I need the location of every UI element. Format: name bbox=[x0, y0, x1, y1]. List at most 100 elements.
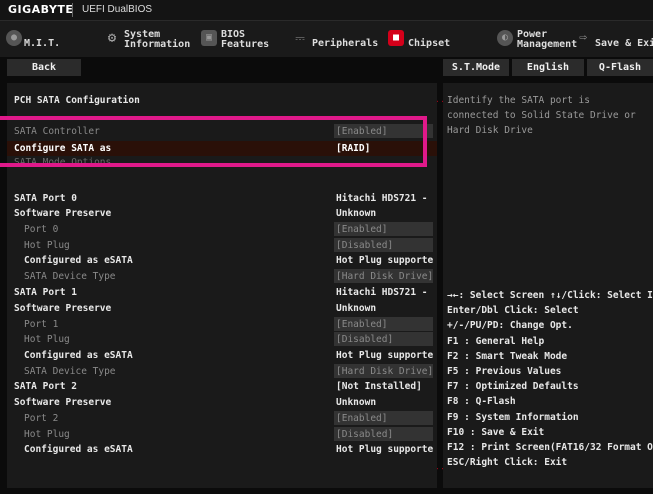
setting-value[interactable]: [Enabled] bbox=[334, 317, 433, 331]
setting-name: Configured as eSATA bbox=[24, 444, 133, 455]
setting-value: [Not Installed] bbox=[336, 381, 422, 392]
setting-row[interactable]: Hot Plug [Disabled] bbox=[7, 427, 437, 442]
section-title: PCH SATA Configuration bbox=[7, 93, 437, 108]
setting-value: Unknown bbox=[336, 208, 377, 219]
tab-mit[interactable]: ● M.I.T. bbox=[6, 21, 90, 57]
key-help-line: Enter/Dbl Click: Select bbox=[447, 305, 579, 317]
divider bbox=[72, 3, 73, 17]
key-help-line: F10 : Save & Exit bbox=[447, 426, 545, 438]
key-help-line: F8 : Q-Flash bbox=[447, 396, 516, 408]
setting-name: SATA Port 2 bbox=[14, 381, 77, 392]
setting-name: Port 1 bbox=[24, 319, 59, 330]
setting-value: Unknown bbox=[336, 397, 377, 408]
qflash-button[interactable]: Q-Flash bbox=[587, 59, 653, 76]
setting-value[interactable]: [Disabled] bbox=[334, 427, 433, 441]
gear-icon: ⚙ bbox=[107, 30, 117, 46]
setting-row: Software Preserve Unknown bbox=[7, 301, 437, 316]
brand-logo: GIGABYTE bbox=[8, 3, 74, 16]
setting-name: SATA Port 0 bbox=[14, 193, 77, 204]
setting-name: SATA Device Type bbox=[24, 271, 116, 282]
setting-name: Configured as eSATA bbox=[24, 350, 133, 361]
setting-value: Unknown bbox=[336, 303, 377, 314]
setting-row: Software Preserve Unknown bbox=[7, 206, 437, 221]
setting-value[interactable]: [Hard Disk Drive] bbox=[334, 364, 433, 378]
key-help-line: F5 : Previous Values bbox=[447, 366, 562, 378]
tab-label: M.I.T. bbox=[24, 38, 61, 49]
action-bar: Back S.T.Mode English Q-Flash bbox=[0, 58, 653, 78]
chipset-icon: ■ bbox=[388, 30, 404, 46]
setting-value[interactable]: [Enabled] bbox=[334, 222, 433, 236]
setting-row[interactable]: Hot Plug [Disabled] bbox=[7, 238, 437, 253]
setting-row[interactable]: SATA Device Type [Hard Disk Drive] bbox=[7, 269, 437, 284]
setting-row[interactable]: Port 1 [Enabled] bbox=[7, 317, 437, 332]
setting-value: Hitachi HDS721 - 50 bbox=[336, 287, 433, 298]
setting-name: Software Preserve bbox=[14, 397, 112, 408]
setting-row: Configured as eSATA Hot Plug supported bbox=[7, 253, 437, 268]
main-tabs: ● M.I.T. ⚙ System Information ▣ BIOS Fea… bbox=[0, 21, 653, 57]
key-legend: →←: Select Screen ↑↓/Click: Select Item … bbox=[447, 288, 653, 470]
setting-value[interactable]: [Disabled] bbox=[334, 332, 433, 346]
highlight-callout-bottom bbox=[0, 163, 427, 167]
setting-value: Hitachi HDS721 - 50 bbox=[336, 193, 433, 204]
back-button[interactable]: Back bbox=[7, 59, 81, 76]
setting-name: SATA Controller bbox=[14, 126, 100, 137]
product-name: UEFI DualBIOS bbox=[82, 4, 153, 15]
tab-label: Information bbox=[124, 39, 191, 50]
tab-chipset[interactable]: ■ Chipset bbox=[388, 21, 468, 57]
setting-row[interactable]: Hot Plug [Disabled] bbox=[7, 332, 437, 347]
tab-system-information[interactable]: ⚙ System Information bbox=[104, 21, 194, 57]
setting-value: Hot Plug supported bbox=[336, 255, 433, 266]
bios-screen: GIGABYTE UEFI DualBIOS ● M.I.T. ⚙ System… bbox=[0, 0, 653, 494]
tab-label: Peripherals bbox=[312, 38, 379, 49]
tab-bios-features[interactable]: ▣ BIOS Features bbox=[201, 21, 281, 57]
setting-row: Software Preserve Unknown bbox=[7, 395, 437, 410]
setting-value[interactable]: [Enabled] bbox=[334, 124, 433, 138]
setting-name: Port 2 bbox=[24, 413, 59, 424]
setting-value[interactable]: [Enabled] bbox=[334, 411, 433, 425]
setting-name: Hot Plug bbox=[24, 240, 70, 251]
setting-name: Hot Plug bbox=[24, 429, 70, 440]
key-help-line: F2 : Smart Tweak Mode bbox=[447, 350, 568, 362]
section-title-text: PCH SATA Configuration bbox=[14, 95, 140, 106]
tab-label: Management bbox=[517, 39, 578, 50]
highlight-callout-top bbox=[0, 116, 427, 120]
setting-name: SATA Device Type bbox=[24, 366, 116, 377]
setting-name: Port 0 bbox=[24, 224, 59, 235]
tab-label: Save & Exit bbox=[595, 38, 653, 49]
setting-value[interactable]: [Hard Disk Drive] bbox=[334, 269, 433, 283]
setting-name: Configure SATA as bbox=[14, 143, 112, 154]
setting-name: Configured as eSATA bbox=[24, 255, 133, 266]
tab-power-management[interactable]: ◐ Power Management bbox=[497, 21, 578, 57]
language-button[interactable]: English bbox=[512, 59, 584, 76]
settings-panel: PCH SATA Configuration SATA Controller [… bbox=[7, 83, 443, 488]
peripherals-icon: ⎓ bbox=[295, 31, 305, 45]
setting-name: Software Preserve bbox=[14, 303, 112, 314]
save-exit-icon: ⇨ bbox=[579, 30, 587, 45]
tab-peripherals[interactable]: ⎓ Peripherals bbox=[292, 21, 382, 57]
st-mode-button[interactable]: S.T.Mode bbox=[443, 59, 509, 76]
help-panel: Identify the SATA port is connected to S… bbox=[443, 83, 653, 488]
key-help-line: F9 : System Information bbox=[447, 411, 579, 423]
tab-label: Chipset bbox=[408, 38, 451, 49]
mit-icon: ● bbox=[6, 30, 22, 46]
key-help-line: F7 : Optimized Defaults bbox=[447, 381, 579, 393]
setting-row: Configured as eSATA Hot Plug supported bbox=[7, 348, 437, 363]
tab-save-exit[interactable]: ⇨ Save & Exit bbox=[575, 21, 653, 57]
bios-features-icon: ▣ bbox=[201, 30, 217, 46]
setting-value[interactable]: [Disabled] bbox=[334, 238, 433, 252]
setting-row[interactable]: Port 2 [Enabled] bbox=[7, 411, 437, 426]
setting-row: Configured as eSATA Hot Plug supported bbox=[7, 442, 437, 457]
setting-row-selected[interactable]: Configure SATA as [RAID] bbox=[7, 141, 437, 156]
key-help-line: ESC/Right Click: Exit bbox=[447, 457, 568, 469]
key-help-line: F1 : General Help bbox=[447, 335, 545, 347]
setting-row[interactable]: SATA Controller [Enabled] bbox=[7, 124, 437, 139]
setting-value[interactable]: [RAID] bbox=[334, 141, 433, 155]
top-bar: GIGABYTE UEFI DualBIOS bbox=[0, 0, 653, 21]
highlight-callout-right bbox=[423, 116, 427, 167]
setting-name: SATA Port 1 bbox=[14, 287, 77, 298]
panel-divider bbox=[438, 83, 442, 488]
setting-name: Software Preserve bbox=[14, 208, 112, 219]
setting-row[interactable]: Port 0 [Enabled] bbox=[7, 222, 437, 237]
setting-row[interactable]: SATA Device Type [Hard Disk Drive] bbox=[7, 364, 437, 379]
setting-row: SATA Port 2 [Not Installed] bbox=[7, 379, 437, 394]
